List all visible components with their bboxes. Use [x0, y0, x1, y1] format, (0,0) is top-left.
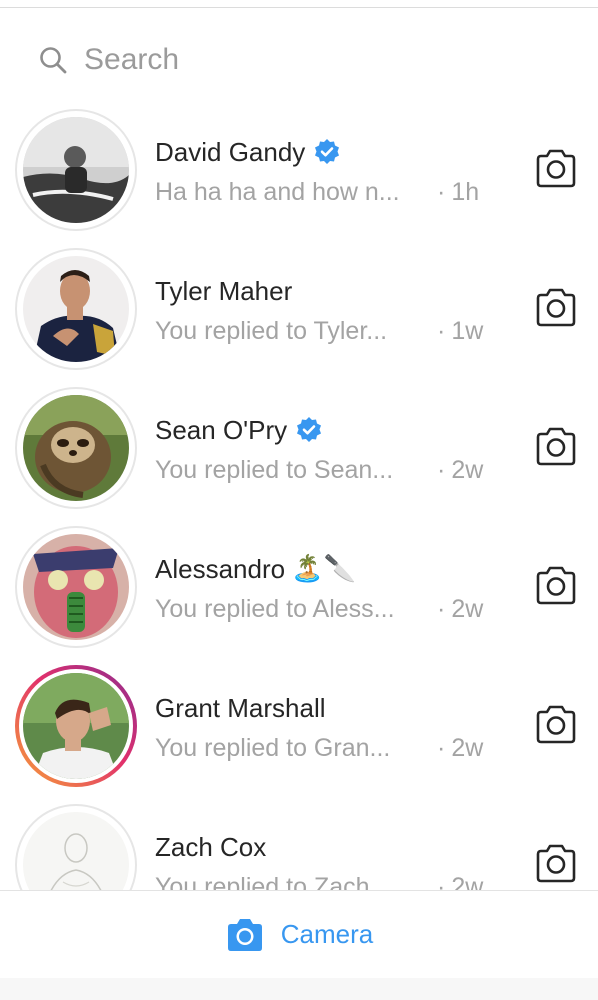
avatar-photo	[23, 534, 129, 640]
camera-icon[interactable]	[532, 562, 580, 610]
camera-filled-icon	[227, 918, 262, 951]
camera-icon[interactable]	[532, 145, 580, 193]
thread-row[interactable]: David Gandy Ha ha ha and how n... · 1h	[0, 100, 598, 239]
separator-dot: ·	[437, 316, 446, 345]
avatar[interactable]	[15, 248, 137, 370]
search-input[interactable]	[84, 43, 544, 77]
thread-preview: You replied to Zach...	[155, 872, 391, 891]
thread-list: David Gandy Ha ha ha and how n... · 1h T…	[0, 100, 598, 890]
verified-badge-icon	[297, 417, 322, 442]
avatar-photo	[23, 812, 129, 890]
thread-row[interactable]: Tyler Maher You replied to Tyler... · 1w	[0, 239, 598, 378]
camera-icon[interactable]	[532, 284, 580, 332]
avatar-story-ring[interactable]	[15, 665, 137, 787]
search-icon	[40, 47, 67, 74]
bottom-bar: Camera	[0, 890, 598, 978]
thread-preview: You replied to Tyler...	[155, 316, 388, 345]
thread-time: 2w	[451, 733, 484, 762]
thread-row[interactable]: Alessandro 🏝️🔪 You replied to Aless... ·…	[0, 517, 598, 656]
thread-preview: You replied to Sean...	[155, 455, 394, 484]
thread-preview: You replied to Aless...	[155, 594, 395, 623]
separator-dot: ·	[437, 733, 446, 762]
thread-time: 1h	[451, 177, 480, 206]
avatar[interactable]	[15, 526, 137, 648]
separator-dot: ·	[437, 594, 446, 623]
avatar-photo	[23, 117, 129, 223]
thread-name: Zach Cox	[155, 831, 267, 862]
thread-preview: You replied to Gran...	[155, 733, 391, 762]
thread-name: Sean O'Pry	[155, 414, 288, 445]
search-bar[interactable]	[0, 30, 598, 90]
thread-row[interactable]: Grant Marshall You replied to Gran... · …	[0, 656, 598, 795]
avatar-photo	[23, 673, 129, 779]
thread-time: 2w	[451, 594, 484, 623]
separator-dot: ·	[437, 177, 446, 206]
separator-dot: ·	[437, 455, 446, 484]
thread-row[interactable]: Sean O'Pry You replied to Sean... · 2w	[0, 378, 598, 517]
thread-name: David Gandy	[155, 136, 306, 167]
bottom-strip	[0, 978, 598, 1000]
avatar[interactable]	[15, 804, 137, 890]
thread-preview: Ha ha ha and how n...	[155, 177, 400, 206]
thread-name: Tyler Maher	[155, 275, 293, 306]
thread-name: Grant Marshall	[155, 692, 326, 723]
thread-name: Alessandro	[155, 553, 286, 584]
camera-icon[interactable]	[532, 840, 580, 888]
top-divider	[0, 7, 598, 8]
separator-dot: ·	[437, 872, 446, 891]
name-emoji: 🏝️🔪	[291, 554, 356, 584]
camera-icon[interactable]	[532, 423, 580, 471]
avatar[interactable]	[15, 109, 137, 231]
verified-badge-icon	[315, 139, 340, 164]
avatar[interactable]	[15, 387, 137, 509]
camera-icon[interactable]	[532, 701, 580, 749]
avatar-photo	[23, 395, 129, 501]
camera-button[interactable]: Camera	[225, 915, 373, 955]
thread-time: 2w	[451, 455, 484, 484]
thread-time: 2w	[451, 872, 484, 891]
thread-row[interactable]: Zach Cox You replied to Zach... · 2w	[0, 795, 598, 890]
thread-time: 1w	[451, 316, 484, 345]
avatar-photo	[23, 256, 129, 362]
camera-label: Camera	[280, 919, 374, 949]
